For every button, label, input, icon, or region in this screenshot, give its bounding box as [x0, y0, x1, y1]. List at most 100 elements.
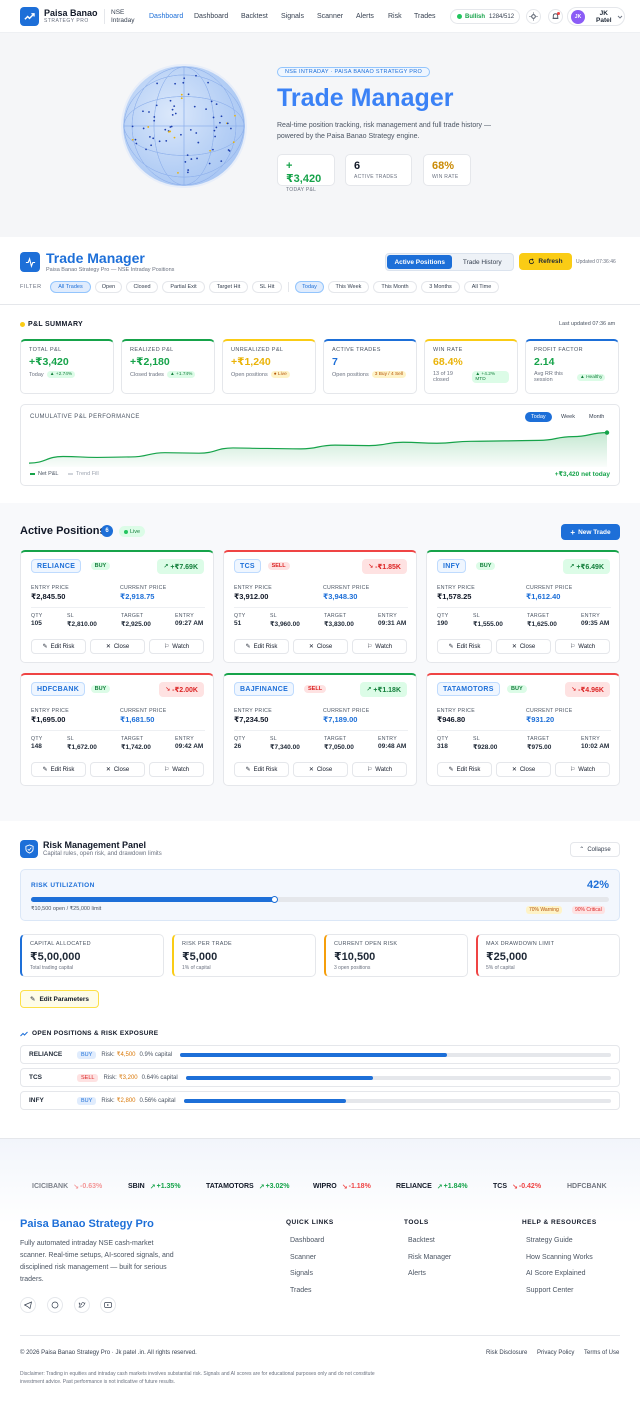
close-position-button[interactable]: ✕ Close: [496, 762, 551, 777]
ticker-item[interactable]: HDFCBANK: [567, 1183, 607, 1190]
tab-trade-history[interactable]: Trade History: [452, 255, 512, 269]
chart-tab-month[interactable]: Month: [584, 412, 609, 422]
trending-up-icon: [20, 1031, 28, 1036]
globe-node: [173, 105, 176, 108]
footer-link-alerts[interactable]: Alerts: [408, 1270, 426, 1277]
logo-icon[interactable]: [20, 7, 39, 26]
filter-sl[interactable]: SL Hit: [252, 281, 282, 293]
risk-utilization-card: RISK UTILIZATION 42% ₹10,500 open / ₹25,…: [20, 869, 620, 921]
nav-risk[interactable]: Risk: [388, 13, 402, 20]
globe-node: [208, 162, 211, 165]
footer-link-scanner[interactable]: Scanner: [290, 1254, 316, 1261]
period-week[interactable]: This Week: [328, 281, 369, 293]
link-terms[interactable]: Terms of Use: [584, 1350, 619, 1356]
ticker-item[interactable]: SBIN ↗ +1.35%: [128, 1183, 181, 1191]
chart-tab-today[interactable]: Today: [525, 412, 552, 422]
edit-risk-button[interactable]: ✎ Edit Risk: [234, 762, 289, 777]
filter-open[interactable]: Open: [95, 281, 122, 293]
nav-scanner[interactable]: Scanner: [317, 13, 343, 20]
filter-all[interactable]: All Trades: [50, 281, 91, 293]
position-symbol[interactable]: TATAMOTORS: [437, 682, 500, 696]
period-all[interactable]: All Time: [464, 281, 499, 293]
twitter-icon[interactable]: [74, 1297, 90, 1313]
footer-link-strategy-guide[interactable]: Strategy Guide: [526, 1237, 573, 1244]
edit-risk-button[interactable]: ✎ Edit Risk: [31, 762, 86, 777]
watch-button[interactable]: ⚐ Watch: [352, 639, 407, 654]
watch-button[interactable]: ⚐ Watch: [555, 762, 610, 777]
ticker-item[interactable]: TCS ↘ -0.42%: [493, 1183, 541, 1191]
telegram-icon[interactable]: [20, 1297, 36, 1313]
position-symbol[interactable]: HDFCBANK: [31, 682, 86, 696]
close-position-button[interactable]: ✕ Close: [293, 762, 348, 777]
exposure-row[interactable]: TCS SELL Risk: ₹3,200 0.64% capital: [20, 1068, 620, 1087]
collapse-button[interactable]: ⌃ Collapse: [570, 842, 620, 857]
notifications-button[interactable]: [548, 9, 563, 24]
chat-icon[interactable]: [47, 1297, 63, 1313]
link-privacy[interactable]: Privacy Policy: [537, 1350, 574, 1356]
close-position-button[interactable]: ✕ Close: [90, 639, 145, 654]
divider: [20, 1335, 620, 1336]
globe-node: [187, 169, 190, 171]
edit-risk-button[interactable]: ✎ Edit Risk: [234, 639, 289, 654]
nav-alerts[interactable]: Alerts: [356, 13, 374, 20]
edit-risk-button[interactable]: ✎ Edit Risk: [31, 639, 86, 654]
new-trade-button[interactable]: + New Trade: [561, 524, 620, 540]
ticker-item[interactable]: ICICIBANK ↘ -0.63%: [32, 1183, 102, 1191]
close-position-button[interactable]: ✕ Close: [90, 762, 145, 777]
watch-button[interactable]: ⚐ Watch: [555, 639, 610, 654]
refresh-button[interactable]: Refresh: [519, 253, 572, 270]
globe-node: [180, 133, 182, 136]
chart-tab-week[interactable]: Week: [556, 412, 580, 422]
youtube-icon[interactable]: [100, 1297, 116, 1313]
sl-value: ₹2,810.00: [67, 621, 97, 628]
globe-node: [177, 171, 179, 174]
close-position-button[interactable]: ✕ Close: [293, 639, 348, 654]
risk-card: CAPITAL ALLOCATED ₹5,00,000 Total trading …: [20, 934, 164, 977]
position-symbol[interactable]: RELIANCE: [31, 559, 82, 573]
exposure-row[interactable]: RELIANCE BUY Risk: ₹4,500 0.9% capital: [20, 1045, 620, 1064]
exposure-row[interactable]: INFY BUY Risk: ₹2,800 0.56% capital: [20, 1091, 620, 1110]
period-3m[interactable]: 3 Months: [421, 281, 460, 293]
position-symbol[interactable]: BAJFINANCE: [234, 682, 295, 696]
filter-target[interactable]: Target Hit: [209, 281, 248, 293]
footer-link-dashboard[interactable]: Dashboard: [290, 1237, 324, 1244]
edit-parameters-button[interactable]: ✎ Edit Parameters: [20, 990, 99, 1008]
tab-active-positions[interactable]: Active Positions: [387, 255, 453, 269]
pencil-icon: ✎: [245, 644, 251, 650]
filter-partial[interactable]: Partial Exit: [162, 281, 205, 293]
position-symbol[interactable]: INFY: [437, 559, 467, 573]
link-risk-disclosure[interactable]: Risk Disclosure: [486, 1350, 527, 1356]
watch-button[interactable]: ⚐ Watch: [149, 762, 204, 777]
ticker-item[interactable]: TATAMOTORS ↗ +3.02%: [206, 1183, 290, 1191]
nav-trades[interactable]: Trades: [414, 13, 436, 20]
theme-toggle-button[interactable]: [526, 9, 541, 24]
ticker-item[interactable]: WIPRO ↘ -1.18%: [313, 1183, 371, 1191]
ticker-symbol: SBIN: [128, 1183, 145, 1190]
sl-label: SL: [473, 736, 480, 742]
footer-link-backtest[interactable]: Backtest: [408, 1237, 435, 1244]
period-month[interactable]: This Month: [373, 281, 417, 293]
ticker-item[interactable]: RELIANCE ↗ +1.84%: [396, 1183, 468, 1191]
time-value: 09:31 AM: [378, 620, 407, 627]
filter-closed[interactable]: Closed: [126, 281, 158, 293]
footer-link-how-scanning[interactable]: How Scanning Works: [526, 1254, 593, 1261]
footer-link-signals[interactable]: Signals: [290, 1270, 313, 1277]
nav-dashboard-active[interactable]: Dashboard: [149, 13, 183, 20]
user-menu[interactable]: JK JK Patel: [567, 7, 625, 26]
watch-button[interactable]: ⚐ Watch: [352, 762, 407, 777]
footer-link-risk-manager[interactable]: Risk Manager: [408, 1254, 451, 1261]
help-heading: HELP & RESOURCES: [522, 1219, 597, 1226]
footer-link-trades[interactable]: Trades: [290, 1287, 312, 1294]
nav-signals[interactable]: Signals: [281, 13, 304, 20]
watch-button[interactable]: ⚐ Watch: [149, 639, 204, 654]
position-symbol[interactable]: TCS: [234, 559, 261, 573]
nav-backtest[interactable]: Backtest: [241, 13, 268, 20]
edit-risk-button[interactable]: ✎ Edit Risk: [437, 639, 492, 654]
close-icon: ✕: [511, 644, 517, 650]
nav-dashboard[interactable]: Dashboard: [194, 13, 228, 20]
footer-link-support[interactable]: Support Center: [526, 1287, 573, 1294]
footer-link-ai-score[interactable]: AI Score Explained: [526, 1270, 586, 1277]
period-today[interactable]: Today: [295, 281, 324, 293]
edit-risk-button[interactable]: ✎ Edit Risk: [437, 762, 492, 777]
close-position-button[interactable]: ✕ Close: [496, 639, 551, 654]
